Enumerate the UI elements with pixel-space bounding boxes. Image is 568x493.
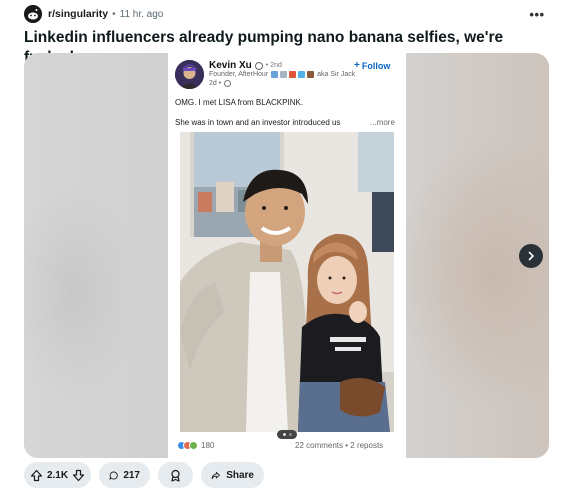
gallery-next-button[interactable]	[519, 244, 543, 268]
follow-label: Follow	[361, 60, 391, 71]
chart-emoji-icon	[271, 71, 279, 78]
award-button[interactable]	[158, 462, 193, 488]
subreddit-name[interactable]: r/singularity	[48, 8, 108, 20]
diamond-emoji-icon	[298, 71, 306, 78]
memo-emoji-icon	[280, 71, 288, 78]
vote-control: 2.1K	[24, 462, 91, 488]
linkedin-name: Kevin Xu	[209, 60, 252, 71]
verified-icon	[254, 61, 263, 70]
headline-suffix: aka Sir Jack	[317, 71, 356, 78]
share-icon	[211, 471, 220, 479]
separator: •	[112, 8, 116, 20]
headline-text: Founder, AfterHour	[209, 71, 269, 78]
comment-icon	[109, 470, 118, 480]
celebrate-reaction-icon	[189, 441, 198, 450]
plus-icon: +	[354, 60, 360, 71]
upvote-icon[interactable]	[30, 469, 43, 482]
linkedin-name-row: Kevin Xu • 2nd	[209, 60, 282, 71]
linkedin-avatar	[175, 60, 204, 89]
subreddit-avatar-icon[interactable]	[24, 5, 42, 23]
carousel-dot-active	[282, 433, 286, 436]
linkedin-text-line-1: OMG. I met LISA from BLACKPINK.	[175, 98, 304, 107]
share-button[interactable]: Share	[201, 462, 264, 488]
linkedin-reactions: 180	[177, 441, 214, 450]
share-label: Share	[226, 469, 254, 481]
linkedin-see-more: ...more	[370, 118, 395, 127]
more-options-button[interactable]: •••	[528, 5, 546, 23]
linkedin-stats: 22 comments • 2 reposts	[295, 441, 384, 450]
linkedin-headline: Founder, AfterHour aka Sir Jack	[209, 71, 399, 78]
post-action-bar: 2.1K 217 Share	[24, 462, 264, 488]
comment-count: 217	[123, 469, 140, 481]
comments-button[interactable]: 217	[99, 462, 150, 488]
post-time: 11 hr. ago	[119, 8, 164, 20]
linkedin-text-line-2: She was in town and an investor introduc…	[175, 118, 341, 127]
carousel-indicator	[277, 430, 297, 439]
linkedin-post-screenshot: Kevin Xu • 2nd + Follow Founder, AfterHo…	[168, 53, 406, 458]
carousel-dot	[288, 433, 292, 436]
globe-icon	[224, 80, 232, 87]
connection-degree: • 2nd	[265, 62, 282, 69]
media-gallery[interactable]: Kevin Xu • 2nd + Follow Founder, AfterHo…	[24, 53, 549, 458]
rocket-emoji-icon	[289, 71, 297, 78]
selfie-photo	[180, 132, 394, 432]
post-age: 2d •	[209, 80, 222, 87]
linkedin-follow-button: + Follow	[354, 60, 390, 71]
downvote-icon[interactable]	[72, 469, 85, 482]
chevron-right-icon	[528, 251, 534, 261]
reaction-count: 180	[201, 441, 215, 450]
linkedin-time: 2d •	[209, 80, 232, 87]
more-icon: •••	[529, 6, 545, 22]
award-icon	[171, 469, 180, 482]
poop-emoji-icon	[307, 71, 315, 78]
post-header: r/singularity • 11 hr. ago •••	[24, 4, 552, 24]
vote-count: 2.1K	[46, 469, 69, 481]
